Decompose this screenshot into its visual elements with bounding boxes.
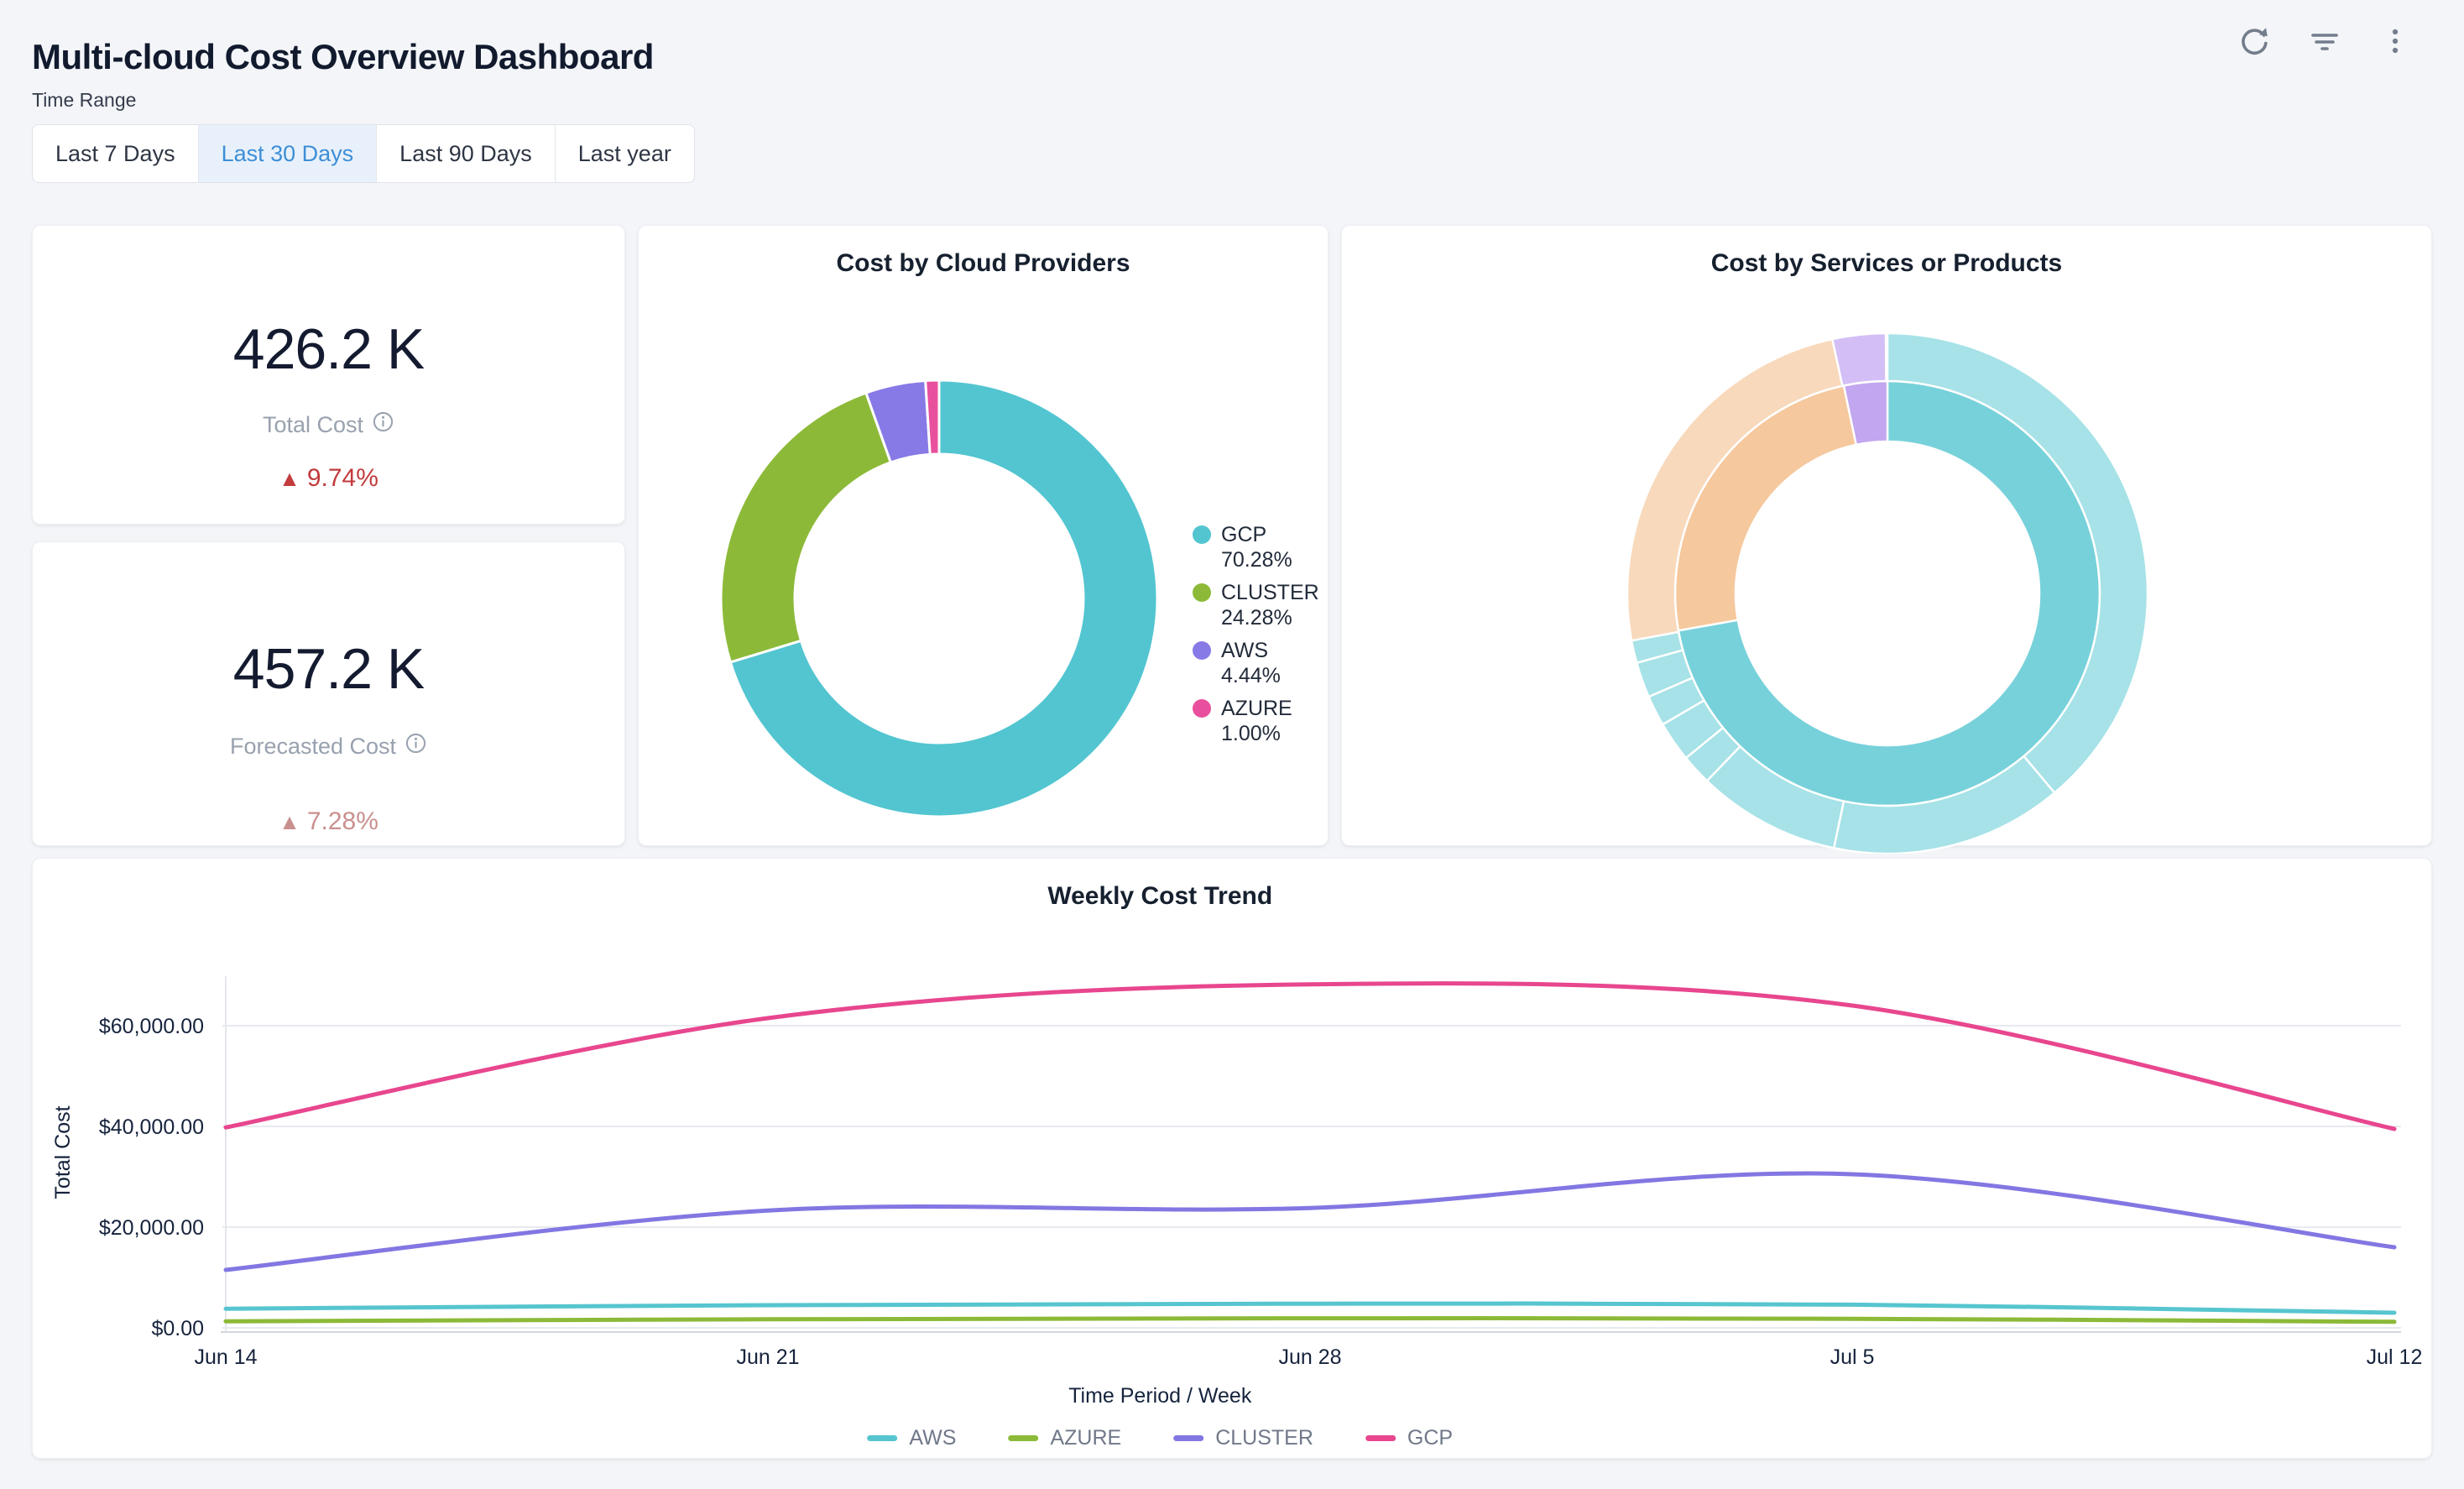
more-options-button[interactable] [2375, 22, 2415, 62]
azure-legend-dot [1193, 699, 1211, 718]
total-cost-value: 426.2 K [233, 316, 424, 382]
cost-by-services-or-products-sunburst-chart [1627, 333, 2148, 854]
svg-text:$0.00: $0.00 [151, 1317, 204, 1340]
trend-legend-item-aws[interactable]: AWS [867, 1426, 956, 1450]
svg-text:$20,000.00: $20,000.00 [99, 1216, 204, 1240]
time-range-last-90-days[interactable]: Last 90 Days [377, 125, 556, 182]
cost-by-services-or-products-card: Cost by Services or Products [1341, 225, 2432, 846]
total-cost-label: Total Cost [263, 412, 363, 438]
aws-series-label: AWS [909, 1426, 956, 1450]
filter-button[interactable] [2305, 22, 2345, 62]
cluster-series-label: CLUSTER [1215, 1426, 1313, 1450]
svg-text:Jun 28: Jun 28 [1278, 1345, 1341, 1369]
forecasted-cost-delta-value: 7.28% [307, 807, 378, 836]
aws-line-swatch [867, 1435, 897, 1441]
page-title: Multi-cloud Cost Overview Dashboard [32, 37, 654, 77]
legend-item-aws[interactable]: AWS 4.44% [1193, 639, 1327, 688]
cost-by-cloud-providers-legend: GCP 70.28% CLUSTER 24.28% AWS 4.44% AZUR… [1193, 523, 1327, 755]
gcp-series-label: GCP [1407, 1426, 1453, 1450]
weekly-cost-trend-legend: AWS AZURE CLUSTER GCP [867, 1426, 1453, 1450]
dashboard-page: { "page": { "background": "#f3f5f8", "ca… [0, 0, 2464, 1489]
forecasted-cost-label-row: Forecasted Cost [230, 732, 427, 760]
kebab-menu-icon [2377, 23, 2414, 62]
cluster-legend-dot [1193, 583, 1211, 602]
delta-up-icon: ▲ [279, 811, 300, 833]
svg-text:$60,000.00: $60,000.00 [99, 1015, 204, 1038]
time-range-last-30-days[interactable]: Last 30 Days [199, 125, 378, 182]
refresh-button[interactable] [2234, 22, 2274, 62]
cost-by-services-or-products-title: Cost by Services or Products [1342, 249, 2431, 278]
info-icon[interactable] [372, 410, 394, 439]
forecasted-cost-delta: ▲ 7.28% [279, 807, 378, 836]
info-icon[interactable] [405, 732, 427, 760]
total-cost-delta-value: 9.74% [307, 464, 378, 493]
trend-legend-item-cluster[interactable]: CLUSTER [1173, 1426, 1313, 1450]
weekly-cost-trend-line-chart: $0.00 $20,000.00 $40,000.00 $60,000.00 Total… [33, 859, 2431, 1458]
cluster-line-swatch [1173, 1435, 1203, 1441]
legend-item-gcp[interactable]: GCP 70.28% [1193, 523, 1327, 572]
time-range-last-7-days[interactable]: Last 7 Days [33, 125, 199, 182]
gcp-legend-label: GCP 70.28% [1221, 523, 1327, 572]
gcp-line-swatch [1365, 1435, 1396, 1441]
svg-text:Total Cost: Total Cost [51, 1105, 75, 1199]
forecasted-cost-value: 457.2 K [233, 636, 424, 702]
total-cost-delta: ▲ 9.74% [279, 464, 378, 493]
total-cost-label-row: Total Cost [263, 410, 394, 439]
cluster-legend-label: CLUSTER 24.28% [1221, 581, 1327, 630]
refresh-icon [2236, 23, 2273, 62]
trend-legend-item-azure[interactable]: AZURE [1008, 1426, 1121, 1450]
svg-text:Jul 12: Jul 12 [2367, 1345, 2423, 1369]
weekly-cost-trend-card: Weekly Cost Trend $0.00$20,000.00$40,000… [32, 858, 2432, 1459]
azure-series-label: AZURE [1050, 1426, 1121, 1450]
forecasted-cost-kpi-card: 457.2 K Forecasted Cost ▲ 7.28% [32, 541, 625, 846]
azure-legend-label: AZURE 1.00% [1221, 697, 1327, 746]
legend-item-azure[interactable]: AZURE 1.00% [1193, 697, 1327, 746]
time-range-label: Time Range [32, 89, 136, 112]
delta-up-icon: ▲ [279, 468, 300, 489]
svg-text:$40,000.00: $40,000.00 [99, 1115, 204, 1139]
forecasted-cost-label: Forecasted Cost [230, 734, 396, 760]
svg-text:Jun 14: Jun 14 [194, 1345, 257, 1369]
trend-legend-item-gcp[interactable]: GCP [1365, 1426, 1453, 1450]
cost-by-cloud-providers-donut-chart [704, 363, 1174, 833]
cost-by-cloud-providers-title: Cost by Cloud Providers [639, 249, 1328, 278]
filter-icon [2306, 23, 2343, 62]
gcp-legend-dot [1193, 525, 1211, 544]
svg-text:Time Period / Week: Time Period / Week [1068, 1384, 1252, 1408]
aws-legend-label: AWS 4.44% [1221, 639, 1327, 688]
svg-text:Jun 21: Jun 21 [736, 1345, 799, 1369]
cost-by-cloud-providers-card: Cost by Cloud Providers GCP 70.28% CLUST… [638, 225, 1329, 846]
azure-line-swatch [1008, 1435, 1038, 1441]
svg-text:Jul 5: Jul 5 [1830, 1345, 1875, 1369]
header-actions [2234, 22, 2415, 62]
total-cost-kpi-card: 426.2 K Total Cost ▲ 9.74% [32, 225, 625, 525]
aws-legend-dot [1193, 641, 1211, 660]
legend-item-cluster[interactable]: CLUSTER 24.28% [1193, 581, 1327, 630]
time-range-last-year[interactable]: Last year [556, 125, 694, 182]
time-range-button-group: Last 7 Days Last 30 Days Last 90 Days La… [32, 124, 695, 183]
